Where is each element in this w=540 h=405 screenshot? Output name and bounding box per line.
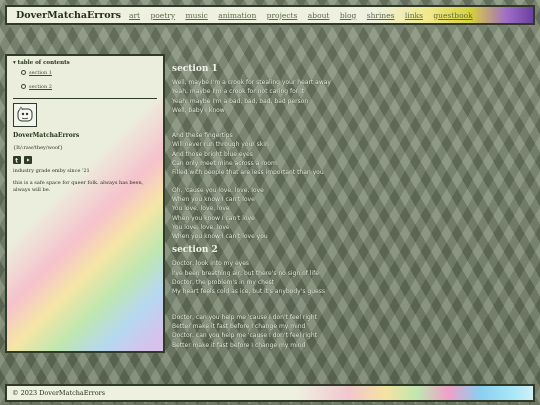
copyright-text: © 2023 DoverMatchaErrors — [12, 389, 106, 397]
stanza: Doctor, look into my eyes I've been brea… — [172, 259, 372, 296]
nav-link-blog[interactable]: blog — [340, 11, 357, 20]
poem-line: Yeah, maybe I'm a crook for not caring f… — [172, 88, 305, 96]
stanza: And these fingertips Will never run thro… — [172, 131, 372, 177]
author-name: DoverMatchaErrors — [13, 132, 80, 139]
divider — [13, 98, 157, 99]
toc-link-section-2[interactable]: section 2 — [29, 84, 52, 90]
poem-line: Doctor, can you help me 'cause I don't f… — [172, 332, 318, 340]
nav-link-animation[interactable]: animation — [218, 11, 256, 20]
poem-line: When you know I can't love you — [172, 233, 268, 241]
toc-item: section 2 — [21, 84, 157, 90]
top-navigation-bar: DoverMatchaErrors art poetry music anima… — [5, 5, 535, 25]
poem-line: When you know I can't love — [172, 214, 255, 222]
poem-line: Doctor, look into my eyes — [172, 260, 250, 268]
tumblr-icon[interactable]: t — [13, 156, 21, 164]
section-1-heading: section 1 — [172, 64, 218, 74]
member-since: industry grade emby since '21 — [13, 168, 90, 174]
avatar — [13, 103, 37, 127]
nav-link-about[interactable]: about — [308, 11, 330, 20]
stanza: Oh, 'cause you love, love, love When you… — [172, 186, 372, 242]
poem-line: Better make it fast before I change my m… — [172, 341, 306, 349]
poem-line: Can only meet mine across a room — [172, 160, 277, 168]
youtube-icon[interactable] — [24, 156, 32, 164]
nav-link-shrines[interactable]: shrines — [367, 11, 395, 20]
bio-text: this is a safe space for queer folk. alw… — [13, 180, 144, 193]
stanza: Doctor, can you help me 'cause I don't f… — [172, 313, 372, 350]
nav-link-guestbook[interactable]: guestbook — [433, 11, 472, 20]
nav-link-art[interactable]: art — [129, 11, 140, 20]
toc-title[interactable]: ▾ table of contents — [13, 60, 157, 66]
main-nav: art poetry music animation projects abou… — [129, 11, 483, 20]
nav-link-poetry[interactable]: poetry — [150, 11, 175, 20]
poem-line: And these fingertips — [172, 132, 233, 140]
poem-line: Oh, 'cause you love, love, love — [172, 186, 264, 194]
nav-link-projects[interactable]: projects — [267, 11, 298, 20]
site-title[interactable]: DoverMatchaErrors — [16, 10, 121, 21]
toc-item: section 1 — [21, 70, 157, 76]
poem-line: Doctor, the problem's in my chest — [172, 279, 275, 287]
poem-line: Well, baby I know — [172, 106, 225, 114]
sidebar: ▾ table of contents section 1 section 2 … — [5, 54, 165, 353]
poem-line: You love, love, love — [172, 205, 230, 213]
social-links: t — [13, 156, 157, 164]
footer: © 2023 DoverMatchaErrors — [5, 384, 535, 402]
poem-line: Doctor, can you help me 'cause I don't f… — [172, 313, 318, 321]
author-pronouns: {It/:raw/they/woof} — [13, 145, 63, 151]
nav-link-music[interactable]: music — [185, 11, 207, 20]
poem-line: Filled with people that are less importa… — [172, 169, 324, 177]
section-2-heading: section 2 — [172, 245, 218, 256]
avatar-drawing-icon — [17, 106, 33, 122]
toc-link-section-1[interactable]: section 1 — [29, 70, 52, 76]
poem-line: My heart feels cold as ice, but it's any… — [172, 288, 325, 296]
poem-line: When you know I can't love — [172, 195, 255, 203]
poem-line: I've been breathing air, but there's no … — [172, 269, 319, 277]
nav-link-links[interactable]: links — [405, 11, 423, 20]
bullet-icon — [21, 84, 26, 89]
poem-content: section 1 Well, maybe I'm a crook for st… — [172, 60, 372, 378]
poem-line: Well, maybe I'm a crook for stealing you… — [172, 79, 331, 86]
poem-line: Will never run through your skin — [172, 141, 269, 149]
poem-line: And those bright blue eyes — [172, 150, 253, 158]
toc-list: section 1 section 2 — [21, 70, 157, 90]
stanza: Well, maybe I'm a crook for stealing you… — [172, 78, 372, 115]
svg-text:t: t — [15, 157, 18, 164]
poem-line: Yeah, maybe I'm a bad, bad, bad, bad per… — [172, 97, 309, 105]
poem-line: You love, love, love — [172, 223, 230, 231]
bullet-icon — [21, 70, 26, 75]
poem-line: Better make it fast before I change my m… — [172, 322, 306, 330]
